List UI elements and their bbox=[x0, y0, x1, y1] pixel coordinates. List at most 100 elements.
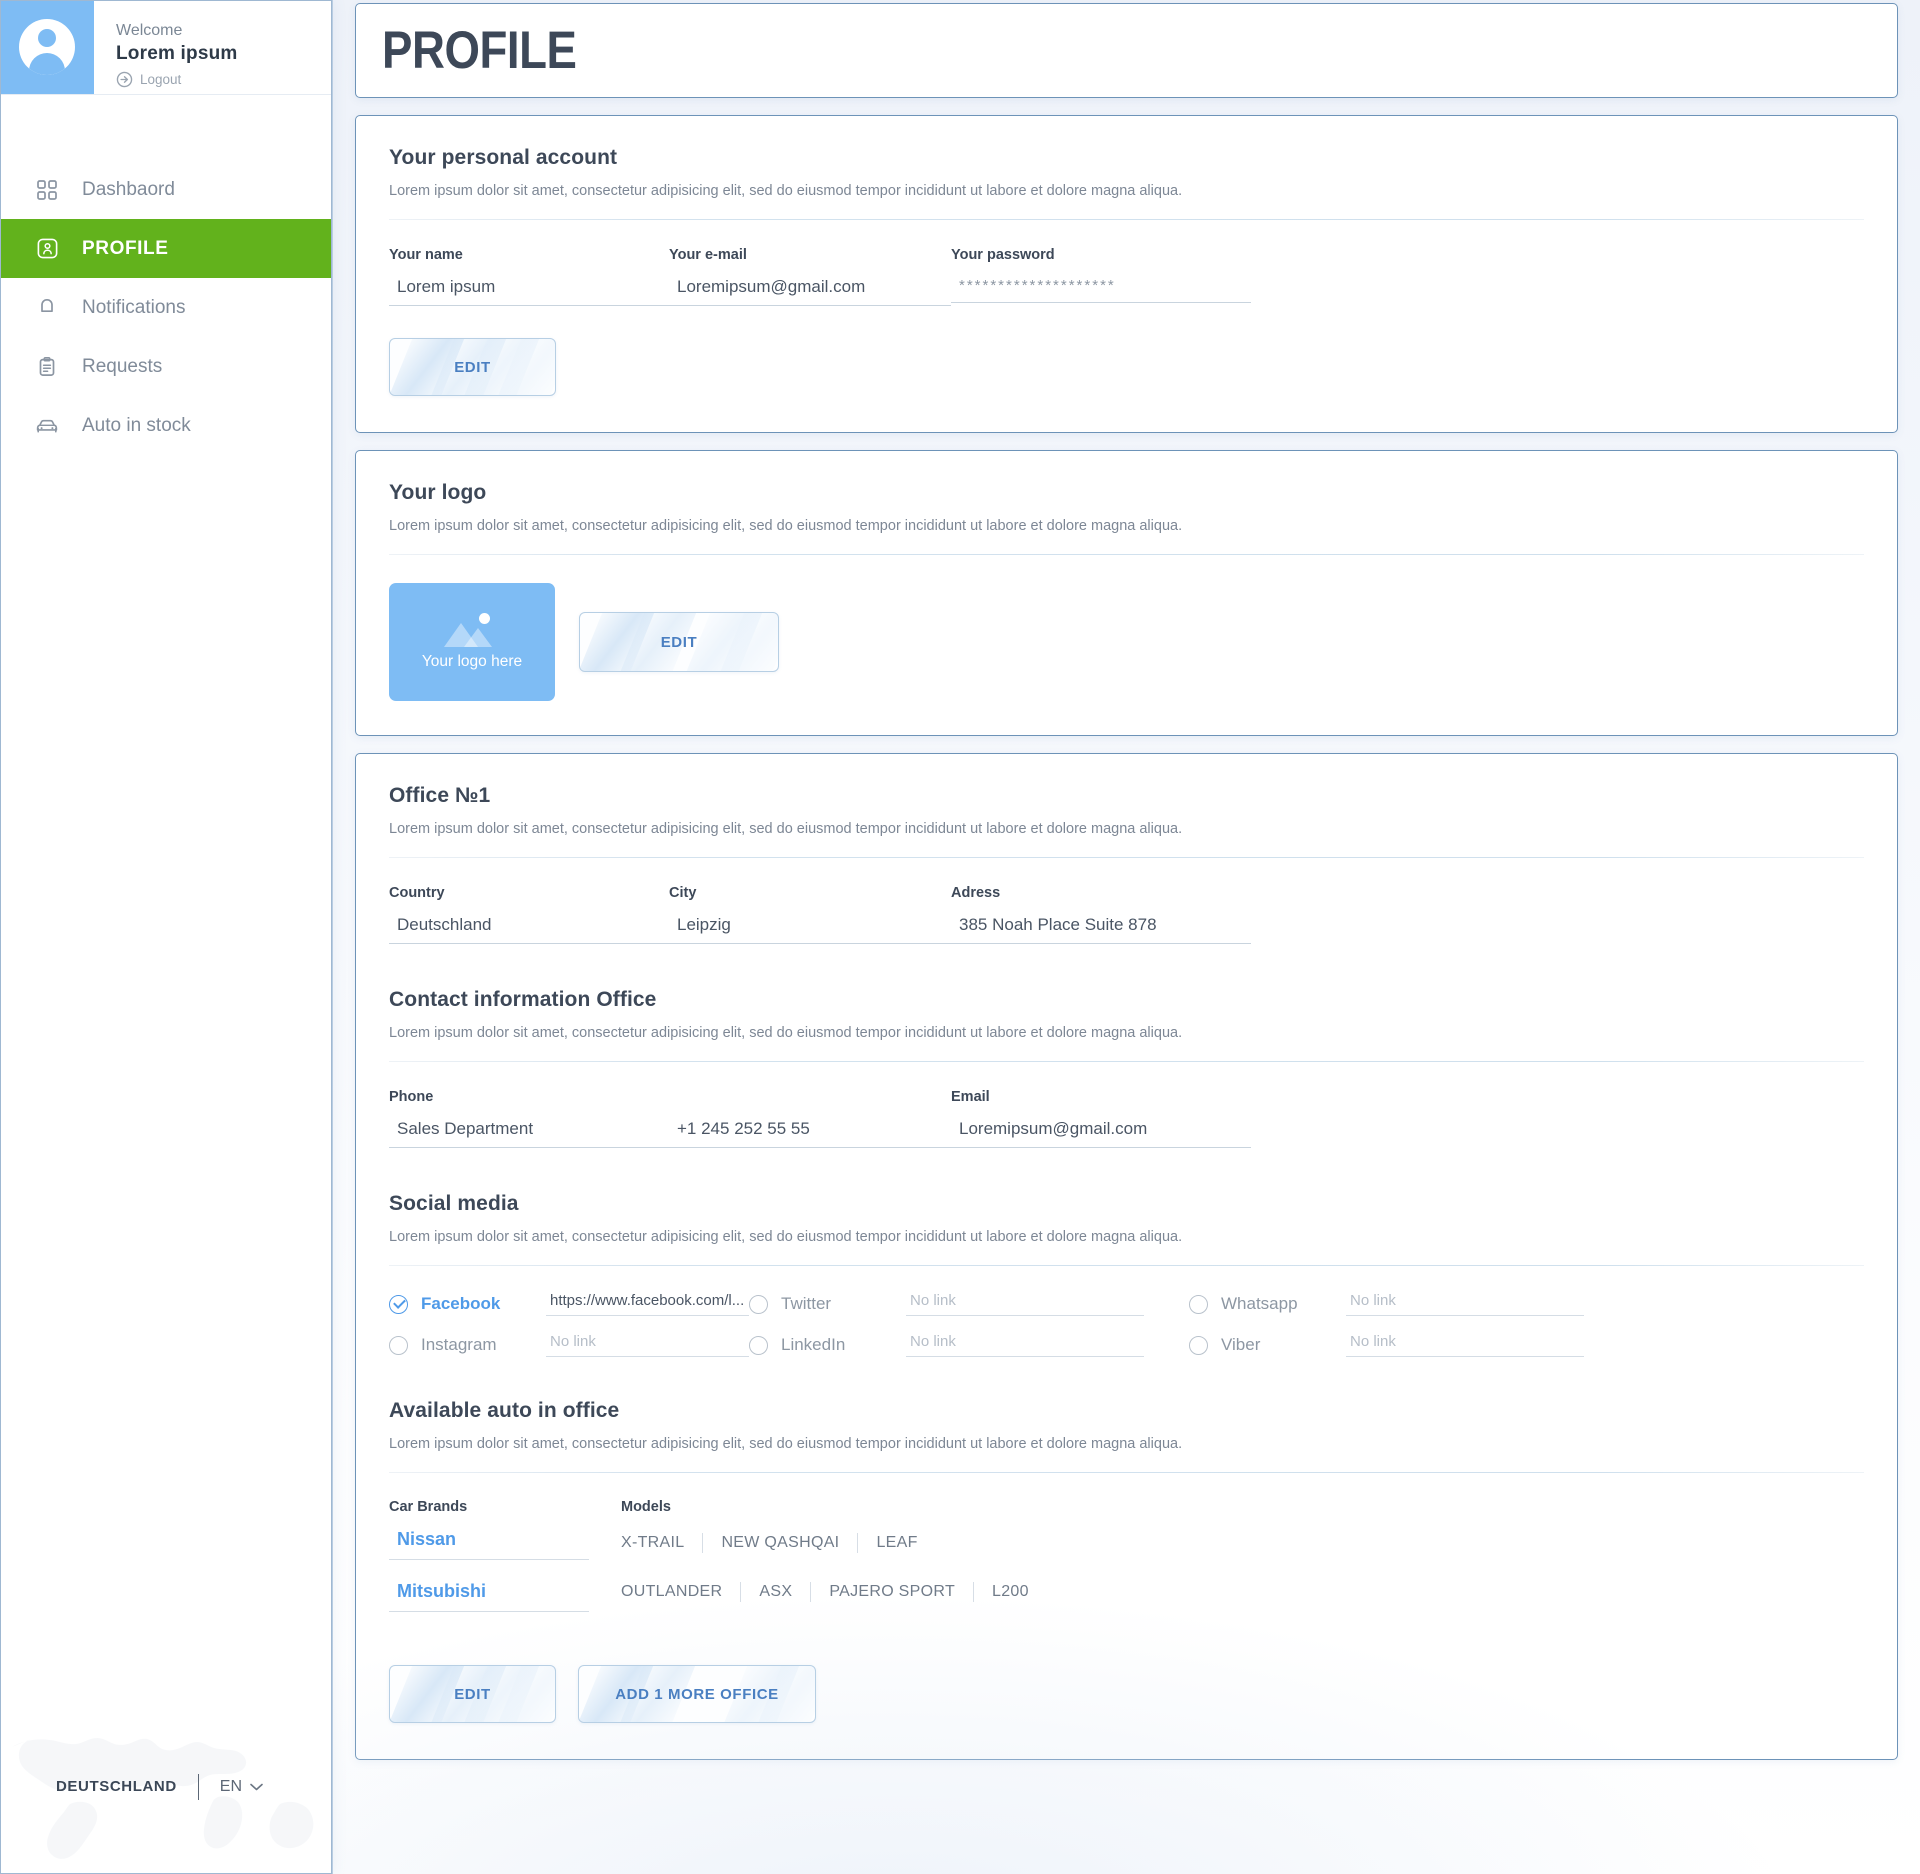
checkbox-linkedin[interactable] bbox=[749, 1335, 768, 1355]
user-badge-icon bbox=[34, 236, 60, 262]
field-your-password: Your password bbox=[951, 247, 1251, 306]
model-chip[interactable]: LEAF bbox=[858, 1534, 935, 1552]
checkbox-twitter[interactable] bbox=[749, 1294, 768, 1314]
logo-placeholder[interactable]: Your logo here bbox=[389, 583, 555, 701]
field-your-email: Your e-mail bbox=[669, 247, 951, 306]
office-section: Office №1 Lorem ipsum dolor sit amet, co… bbox=[356, 754, 1897, 944]
password-input[interactable] bbox=[951, 277, 1251, 303]
field-label: City bbox=[669, 885, 697, 901]
brand-input-mitsubishi[interactable] bbox=[389, 1581, 589, 1612]
logo-row: Your logo here EDIT bbox=[356, 555, 1897, 735]
field-email: Email bbox=[951, 1089, 1251, 1148]
personal-account-card: Your personal account Lorem ipsum dolor … bbox=[355, 115, 1898, 433]
language-label: EN bbox=[219, 1777, 242, 1795]
page-header-card: PROFILE bbox=[355, 3, 1898, 98]
linkedin-link-input[interactable] bbox=[906, 1333, 1144, 1357]
office-card: Office №1 Lorem ipsum dolor sit amet, co… bbox=[355, 753, 1898, 1760]
sidebar-item-dashboard[interactable]: Dashbaord bbox=[0, 160, 332, 219]
whatsapp-link-input[interactable] bbox=[1346, 1292, 1584, 1316]
social-label: LinkedIn bbox=[781, 1335, 846, 1354]
city-input[interactable] bbox=[669, 915, 951, 944]
adress-input[interactable] bbox=[951, 915, 1251, 944]
divider bbox=[389, 1061, 1864, 1062]
facebook-link-input[interactable] bbox=[546, 1292, 749, 1316]
edit-office-button[interactable]: EDIT bbox=[389, 1665, 556, 1723]
models-label: Models bbox=[621, 1499, 671, 1515]
clipboard-icon bbox=[34, 354, 60, 380]
models-row-mitsubishi: OUTLANDER ASX PAJERO SPORT L200 bbox=[621, 1578, 1864, 1606]
field-your-name: Your name bbox=[389, 247, 669, 306]
section-description: Lorem ipsum dolor sit amet, consectetur … bbox=[389, 183, 1183, 199]
button-label: EDIT bbox=[660, 633, 698, 651]
checkbox-facebook[interactable] bbox=[389, 1294, 408, 1314]
social-row-viber: Viber bbox=[1189, 1333, 1629, 1357]
viber-link-input[interactable] bbox=[1346, 1333, 1584, 1357]
add-office-button[interactable]: ADD 1 MORE OFFICE bbox=[578, 1665, 816, 1723]
avatar-user-icon bbox=[19, 19, 75, 75]
sidebar-item-label: PROFILE bbox=[82, 238, 169, 259]
model-chip[interactable]: X-TRAIL bbox=[621, 1534, 702, 1552]
user-name: Lorem ipsum bbox=[116, 42, 238, 64]
divider bbox=[389, 1265, 1864, 1266]
logo-placeholder-label: Your logo here bbox=[421, 653, 523, 670]
logo-card: Your logo Lorem ipsum dolor sit amet, co… bbox=[355, 450, 1898, 736]
edit-logo-button[interactable]: EDIT bbox=[579, 612, 779, 672]
field-label: Adress bbox=[951, 885, 1001, 901]
phone-name-input[interactable] bbox=[389, 1119, 669, 1148]
sidebar-item-auto-in-stock[interactable]: Auto in stock bbox=[0, 396, 332, 455]
social-row-instagram: Instagram bbox=[389, 1333, 749, 1357]
office-email-input[interactable] bbox=[951, 1119, 1251, 1148]
section-description: Lorem ipsum dolor sit amet, consectetur … bbox=[389, 518, 1183, 534]
model-chip[interactable]: L200 bbox=[974, 1583, 1047, 1601]
field-phone-number bbox=[669, 1089, 951, 1148]
logout-button[interactable]: Logout bbox=[116, 71, 238, 88]
instagram-link-input[interactable] bbox=[546, 1333, 749, 1357]
phone-number-input[interactable] bbox=[669, 1119, 951, 1148]
button-label: EDIT bbox=[454, 1685, 491, 1703]
sidebar-item-label: Auto in stock bbox=[82, 415, 191, 436]
email-input[interactable] bbox=[669, 277, 951, 306]
user-block: Welcome Lorem ipsum Logout bbox=[0, 0, 332, 95]
divider bbox=[389, 1472, 1864, 1473]
field-city: City bbox=[669, 885, 951, 944]
country-input[interactable] bbox=[389, 915, 669, 944]
sidebar-item-profile[interactable]: PROFILE bbox=[0, 219, 332, 278]
social-column-1: Facebook Instagram bbox=[389, 1292, 749, 1357]
model-chip[interactable]: OUTLANDER bbox=[621, 1583, 740, 1601]
checkbox-instagram[interactable] bbox=[389, 1335, 408, 1355]
sidebar-item-notifications[interactable]: Notifications bbox=[0, 278, 332, 337]
name-input[interactable] bbox=[389, 277, 669, 306]
personal-account-section: Your personal account Lorem ipsum dolor … bbox=[356, 116, 1897, 306]
office-actions: EDIT ADD 1 MORE OFFICE bbox=[356, 1633, 1897, 1759]
social-label: Twitter bbox=[781, 1294, 832, 1313]
model-chip[interactable]: PAJERO SPORT bbox=[811, 1583, 973, 1601]
user-meta: Welcome Lorem ipsum Logout bbox=[94, 0, 238, 94]
contact-section: Contact information Office Lorem ipsum d… bbox=[356, 944, 1897, 1148]
field-country: Country bbox=[389, 885, 669, 944]
section-description: Lorem ipsum dolor sit amet, consectetur … bbox=[389, 1229, 1183, 1245]
edit-account-button[interactable]: EDIT bbox=[389, 338, 556, 396]
section-description: Lorem ipsum dolor sit amet, consectetur … bbox=[389, 1436, 1183, 1452]
language-selector[interactable]: EN bbox=[220, 1778, 263, 1796]
model-chip[interactable]: NEW QASHQAI bbox=[703, 1534, 857, 1552]
autos-section: Available auto in office Lorem ipsum dol… bbox=[356, 1357, 1897, 1633]
model-chip[interactable]: ASX bbox=[741, 1583, 810, 1601]
main-content: PROFILE Your personal account Lorem ipsu… bbox=[333, 0, 1920, 1874]
checkbox-whatsapp[interactable] bbox=[1189, 1294, 1208, 1314]
avatar bbox=[0, 0, 94, 94]
twitter-link-input[interactable] bbox=[906, 1292, 1144, 1316]
brand-input-nissan[interactable] bbox=[389, 1529, 589, 1560]
section-title: Your personal account bbox=[389, 146, 618, 169]
social-label: Instagram bbox=[421, 1335, 497, 1354]
account-fields: Your name Your e-mail Your password bbox=[389, 247, 1864, 306]
social-row-whatsapp: Whatsapp bbox=[1189, 1292, 1629, 1316]
field-label: Phone bbox=[389, 1089, 434, 1105]
cars-brands-column: Car Brands bbox=[389, 1499, 621, 1633]
social-label: Viber bbox=[1221, 1335, 1261, 1354]
logout-icon bbox=[116, 71, 133, 87]
sidebar-item-requests[interactable]: Requests bbox=[0, 337, 332, 396]
account-actions: EDIT bbox=[356, 306, 1897, 432]
button-label: EDIT bbox=[454, 358, 491, 376]
checkbox-viber[interactable] bbox=[1189, 1335, 1208, 1355]
